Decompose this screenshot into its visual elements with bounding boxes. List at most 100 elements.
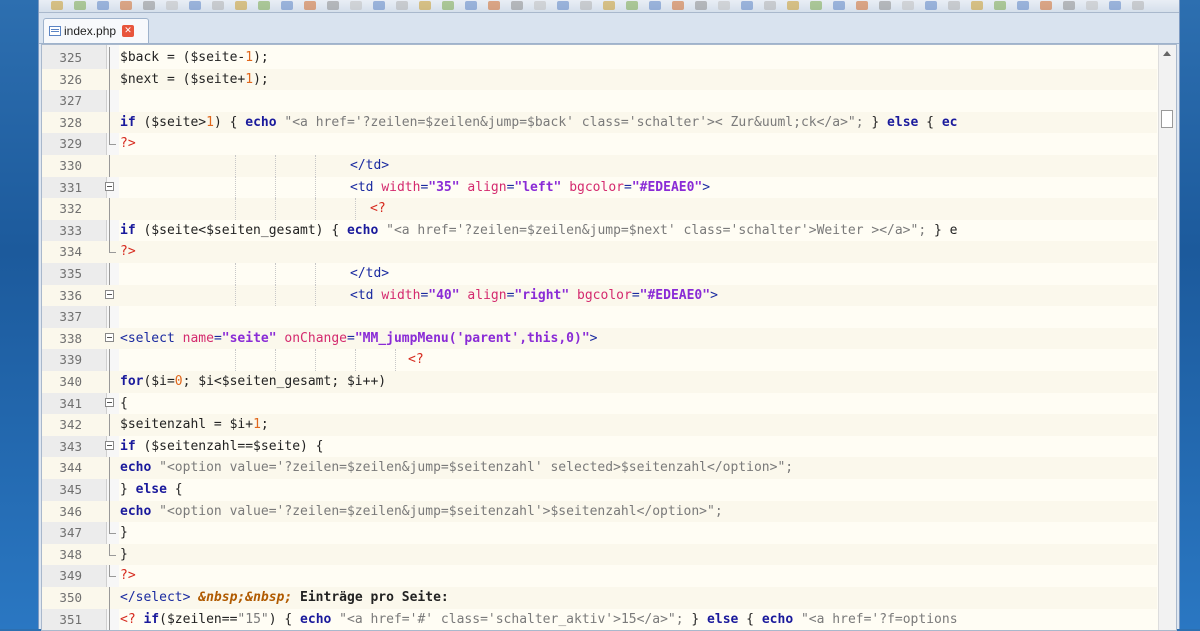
toolbar-button[interactable] [1086, 1, 1098, 10]
code-line[interactable]: 334 ?> [42, 241, 1157, 263]
toolbar-button[interactable] [488, 1, 500, 10]
toolbar-button[interactable] [511, 1, 523, 10]
toolbar-button[interactable] [994, 1, 1006, 10]
toolbar-button[interactable] [1063, 1, 1075, 10]
code-line[interactable]: 341 { [42, 393, 1157, 415]
code-text: if ($seite<$seiten_gesamt) { echo "<a hr… [120, 222, 958, 238]
toolbar-button[interactable] [902, 1, 914, 10]
toolbar-button[interactable] [695, 1, 707, 10]
toolbar-button[interactable] [212, 1, 224, 10]
line-number: 331 [59, 179, 82, 195]
toolbar-button[interactable] [925, 1, 937, 10]
scroll-thumb[interactable] [1161, 110, 1173, 128]
code-line[interactable]: 329 ?> [42, 133, 1157, 155]
code-line[interactable]: 339 <? [42, 349, 1157, 371]
toolbar-button[interactable] [166, 1, 178, 10]
toolbar-button[interactable] [465, 1, 477, 10]
toolbar-button[interactable] [603, 1, 615, 10]
code-line[interactable]: 340 for($i=0; $i<$seiten_gesamt; $i++) [42, 371, 1157, 393]
toolbar-button[interactable] [787, 1, 799, 10]
code-line[interactable]: 332 <? [42, 198, 1157, 220]
toolbar-button[interactable] [764, 1, 776, 10]
toolbar-button[interactable] [534, 1, 546, 10]
code-line[interactable]: 327 [42, 90, 1157, 112]
code-text: $back = ($seite-1); [120, 50, 269, 65]
fold-toggle-icon[interactable] [105, 440, 114, 450]
fold-toggle-icon[interactable] [105, 397, 114, 407]
toolbar-button[interactable] [810, 1, 822, 10]
toolbar-button[interactable] [235, 1, 247, 10]
toolbar-button[interactable] [419, 1, 431, 10]
line-number: 335 [59, 266, 82, 281]
code-editor[interactable]: 325 $back = ($seite-1); 326 $next = ($seite… [41, 44, 1177, 631]
code-line[interactable]: 337 [42, 306, 1157, 328]
code-line[interactable]: 326 $next = ($seite+1); [42, 68, 1157, 91]
toolbar-button[interactable] [948, 1, 960, 10]
fold-end-marker [109, 543, 116, 556]
code-line[interactable]: 344 echo "<option value='?zeilen=$zeilen&… [42, 457, 1157, 479]
code-line[interactable]: 343 if ($seitenzahl==$seite) { [42, 436, 1157, 458]
toolbar-button[interactable] [971, 1, 983, 10]
code-line[interactable]: 345} else { [42, 479, 1157, 501]
toolbar-button[interactable] [856, 1, 868, 10]
indent-guide [315, 349, 317, 371]
toolbar-button[interactable] [304, 1, 316, 10]
code-line[interactable]: 348} [42, 543, 1157, 566]
code-line[interactable]: 336 <td width="40" align="right" bgcolor=… [42, 284, 1157, 307]
toolbar-button[interactable] [281, 1, 293, 10]
code-area[interactable]: 325 $back = ($seite-1); 326 $next = ($seite… [42, 45, 1157, 630]
toolbar-button[interactable] [1017, 1, 1029, 10]
code-line[interactable]: 325 $back = ($seite-1); [42, 47, 1157, 69]
toolbar-button[interactable] [396, 1, 408, 10]
code-text: } else { [120, 482, 183, 497]
fold-toggle-icon[interactable] [105, 181, 114, 191]
toolbar-button[interactable] [143, 1, 155, 10]
toolbar-button[interactable] [718, 1, 730, 10]
toolbar-button[interactable] [258, 1, 270, 10]
toolbar-button[interactable] [442, 1, 454, 10]
code-line[interactable]: 349 ?> [42, 565, 1157, 587]
code-line[interactable]: 350 </select> &nbsp;&nbsp; Einträge pro S… [42, 587, 1157, 609]
toolbar-button[interactable] [649, 1, 661, 10]
toolbar-button[interactable] [879, 1, 891, 10]
toolbar-button[interactable] [350, 1, 362, 10]
code-line[interactable]: 328 if ($seite>1) { echo "<a href='?zeile… [42, 111, 1157, 134]
toolbar-button[interactable] [97, 1, 109, 10]
toolbar-button[interactable] [626, 1, 638, 10]
code-line[interactable]: 333 if ($seite<$seiten_gesamt) { echo "<a… [42, 219, 1157, 242]
toolbar-button[interactable] [373, 1, 385, 10]
indent-guide [275, 176, 277, 199]
close-icon[interactable]: ✕ [122, 25, 135, 37]
toolbar-button[interactable] [120, 1, 132, 10]
toolbar-button[interactable] [74, 1, 86, 10]
indent-guide [315, 263, 317, 285]
toolbar-button[interactable] [741, 1, 753, 10]
fold-toggle-icon[interactable] [105, 332, 114, 342]
toolbar-button[interactable] [580, 1, 592, 10]
code-line[interactable]: 346 echo "<option value='?zeilen=$zeilen&… [42, 500, 1157, 523]
fold-toggle-icon[interactable] [105, 289, 114, 299]
code-text: <td width="35" align="left" bgcolor="#ED… [350, 179, 711, 195]
vertical-scrollbar[interactable] [1158, 45, 1176, 630]
toolbar-button[interactable] [327, 1, 339, 10]
code-line[interactable]: 347} [42, 522, 1157, 544]
indent-guide [235, 349, 237, 371]
code-text: </select> &nbsp;&nbsp; Einträge pro Seit… [120, 590, 449, 605]
toolbar-button[interactable] [1109, 1, 1121, 10]
toolbar-button[interactable] [1040, 1, 1052, 10]
toolbar-button[interactable] [672, 1, 684, 10]
code-line[interactable]: 342 $seitenzahl = $i+1; [42, 414, 1157, 436]
code-line[interactable]: 330 </td> [42, 155, 1157, 177]
code-line[interactable]: 335 </td> [42, 263, 1157, 285]
toolbar-button[interactable] [1132, 1, 1144, 10]
toolbar-button[interactable] [189, 1, 201, 10]
toolbar-button[interactable] [557, 1, 569, 10]
code-line[interactable]: 331 <td width="35" align="left" bgcolor="… [42, 176, 1157, 199]
code-line[interactable]: 351 <? if($zeilen=="15") { echo "<a href=… [42, 608, 1157, 630]
code-line[interactable]: 338 <select name="seite" onChange="MM_jum… [42, 327, 1157, 350]
toolbar-button[interactable] [51, 1, 63, 10]
scroll-up-arrow-icon[interactable] [1163, 51, 1171, 56]
tab-index-php[interactable]: index.php ✕ [43, 18, 149, 43]
toolbar-button[interactable] [833, 1, 845, 10]
tab-bar: index.php ✕ [39, 13, 1179, 44]
